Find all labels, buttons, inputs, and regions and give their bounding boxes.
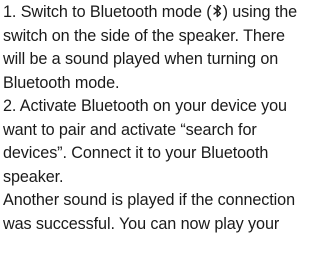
step1-text-before-icon: 1. Switch to Bluetooth mode ( (3, 3, 212, 21)
note-line1: Another sound is played if the connectio… (3, 191, 295, 209)
step1-line4: Bluetooth mode. (3, 73, 120, 92)
note-line2: was successful. You can now play your (3, 214, 280, 233)
step2-line2: want to pair and activate “search for (3, 120, 257, 139)
step2-line3: devices”. Connect it to your Bluetooth (3, 144, 269, 162)
step1-line2: switch on the side of the speaker. There (3, 26, 285, 45)
instruction-text: 1. Switch to Bluetooth mode ( ) using the… (3, 1, 333, 236)
step1-line1: 1. Switch to Bluetooth mode ( ) using the (3, 1, 333, 25)
step1-line3: will be a sound played when turning on (3, 50, 279, 68)
step2-line4: speaker. (3, 167, 64, 186)
step1-text-after-icon: ) using the (222, 3, 298, 21)
bluetooth-icon (212, 4, 222, 18)
step2-line1: 2. Activate Bluetooth on your device you (3, 97, 287, 115)
